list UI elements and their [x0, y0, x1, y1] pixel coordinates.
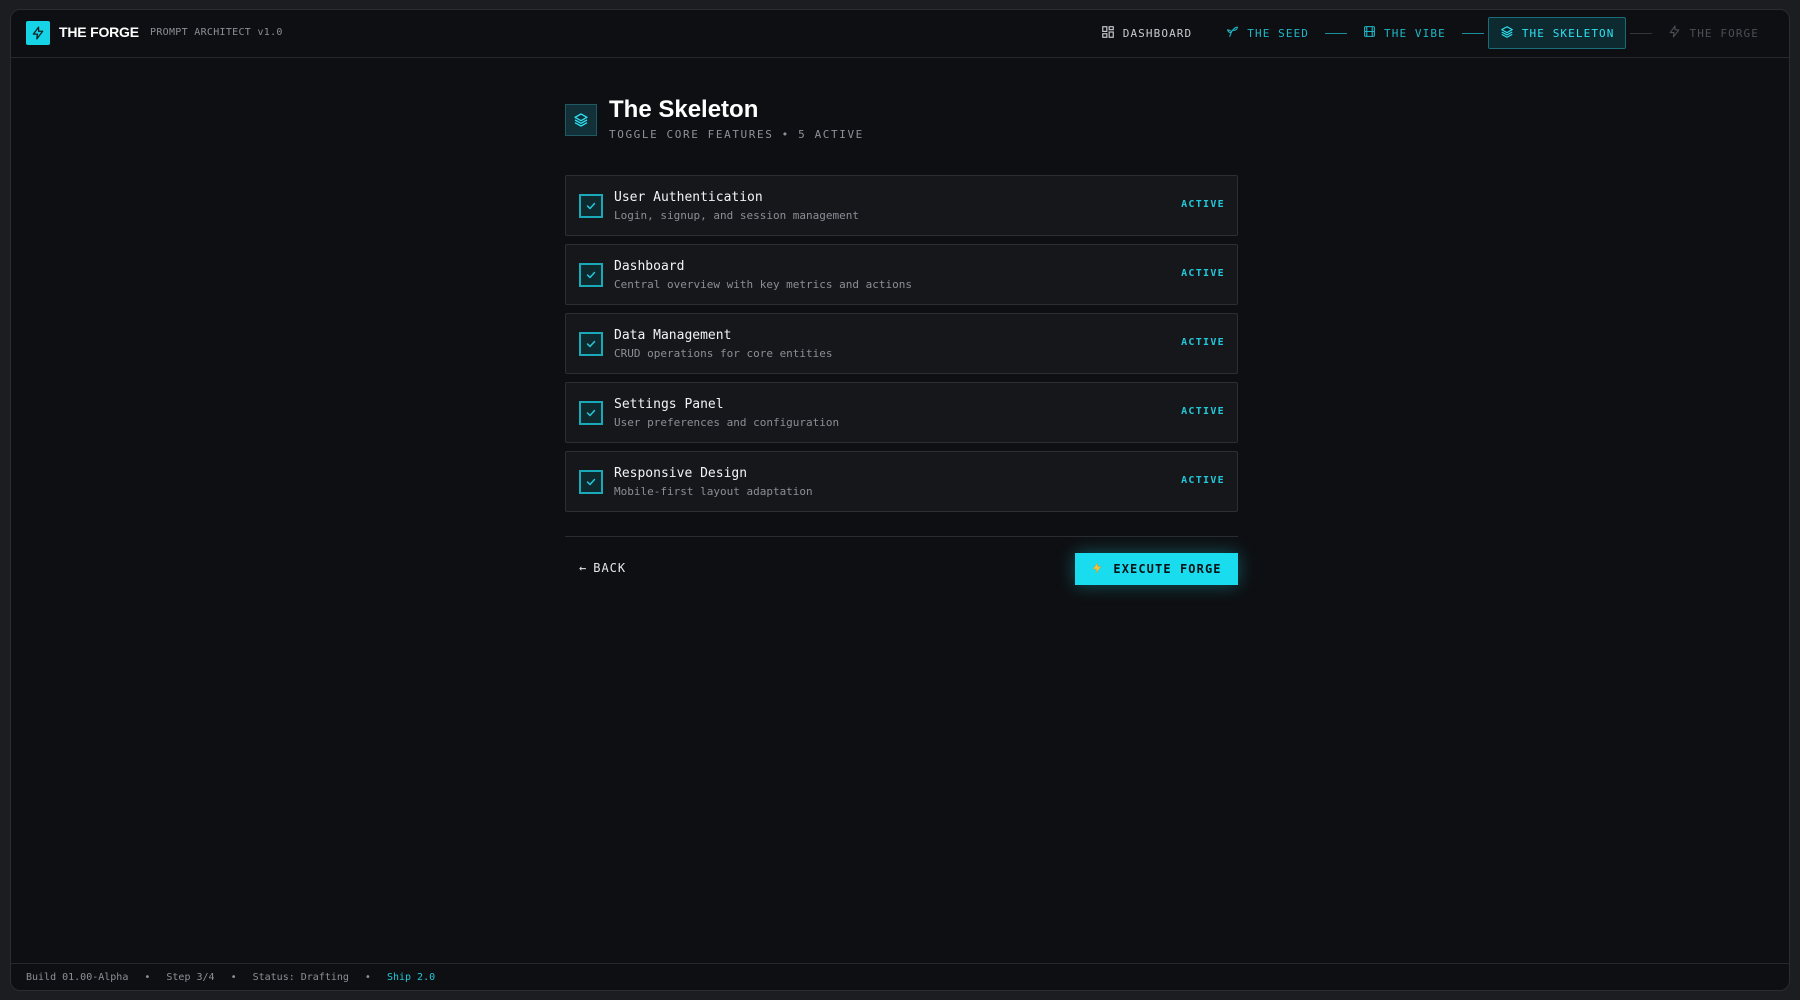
feature-description: Central overview with key metrics and ac… — [614, 278, 913, 291]
feature-description: CRUD operations for core entities — [614, 347, 833, 360]
status-text: Status: Drafting — [252, 971, 349, 983]
feature-checkbox[interactable] — [579, 401, 603, 425]
feature-checkbox[interactable] — [579, 470, 603, 494]
step-connector — [1325, 32, 1348, 34]
feature-status-badge: ACTIVE — [1181, 268, 1225, 279]
nav-step-skeleton[interactable]: THE SKELETON — [1487, 17, 1627, 49]
feature-status-badge: ACTIVE — [1181, 337, 1225, 348]
nav-step-label: THE SEED — [1247, 26, 1310, 40]
step-navigation: DASHBOARD THE SEED THE VIBE THE SKELETON… — [1089, 16, 1771, 50]
feature-item-responsive-design[interactable]: Responsive Design Mobile-first layout ad… — [565, 451, 1238, 512]
step-connector — [1630, 32, 1653, 34]
feature-item-data-management[interactable]: Data Management CRUD operations for core… — [565, 313, 1238, 374]
page-subtitle: TOGGLE CORE FEATURES • 5 ACTIVE — [609, 128, 864, 141]
feature-checkbox[interactable] — [579, 332, 603, 356]
nav-step-seed[interactable]: THE SEED — [1214, 17, 1321, 49]
feature-description: Login, signup, and session management — [614, 209, 860, 222]
bolt-icon — [26, 21, 50, 45]
separator-dot: • — [144, 971, 151, 983]
nav-step-label: THE FORGE — [1689, 26, 1759, 40]
execute-forge-button[interactable]: EXECUTE FORGE — [1075, 553, 1238, 585]
app-window: THE FORGE PROMPT ARCHITECT v1.0 DASHBOAR… — [10, 9, 1790, 991]
separator-dot: • — [364, 971, 371, 983]
ship-link[interactable]: Ship 2.0 — [387, 972, 435, 983]
section-divider — [565, 536, 1238, 537]
nav-dashboard-label: DASHBOARD — [1122, 26, 1193, 40]
feature-title: Dashboard — [614, 259, 685, 274]
main-content: The Skeleton TOGGLE CORE FEATURES • 5 AC… — [565, 88, 1238, 585]
back-button[interactable]: ← BACK — [579, 561, 626, 575]
feature-item-dashboard[interactable]: Dashboard Central overview with key metr… — [565, 244, 1238, 305]
sprout-icon — [1226, 25, 1239, 41]
lightning-icon — [1091, 561, 1103, 578]
brand-name: THE FORGE — [59, 24, 139, 40]
nav-step-vibe[interactable]: THE VIBE — [1351, 17, 1458, 49]
back-button-label: BACK — [593, 561, 627, 575]
film-icon — [1363, 25, 1376, 41]
brand-subtitle: PROMPT ARCHITECT v1.0 — [150, 27, 283, 38]
check-icon — [585, 266, 597, 285]
execute-forge-label: EXECUTE FORGE — [1113, 562, 1222, 576]
grid-icon — [1101, 25, 1115, 42]
page-title: The Skeleton — [609, 96, 759, 123]
layers-icon — [565, 104, 597, 136]
step-indicator: Step 3/4 — [166, 971, 215, 983]
page-header: The Skeleton TOGGLE CORE FEATURES • 5 AC… — [565, 88, 1238, 168]
feature-status-badge: ACTIVE — [1181, 475, 1225, 486]
feature-item-settings-panel[interactable]: Settings Panel User preferences and conf… — [565, 382, 1238, 443]
nav-step-label: THE VIBE — [1384, 26, 1446, 40]
feature-description: User preferences and configuration — [614, 416, 840, 429]
bolt-icon — [1668, 25, 1681, 41]
feature-list: User Authentication Login, signup, and s… — [565, 175, 1238, 520]
layers-icon — [1500, 25, 1514, 42]
top-bar: THE FORGE PROMPT ARCHITECT v1.0 DASHBOAR… — [11, 10, 1789, 58]
arrow-left-icon: ← — [579, 561, 588, 575]
nav-dashboard[interactable]: DASHBOARD — [1089, 17, 1205, 49]
check-icon — [585, 473, 597, 492]
feature-checkbox[interactable] — [579, 194, 603, 218]
status-bar: Build 01.00-Alpha • Step 3/4 • Status: D… — [11, 963, 1789, 990]
feature-title: Settings Panel — [614, 397, 724, 412]
nav-step-forge[interactable]: THE FORGE — [1656, 17, 1771, 49]
feature-status-badge: ACTIVE — [1181, 199, 1225, 210]
step-connector — [1461, 32, 1484, 34]
feature-description: Mobile-first layout adaptation — [614, 485, 813, 498]
check-icon — [585, 197, 597, 216]
nav-step-label: THE SKELETON — [1521, 26, 1615, 40]
check-icon — [585, 404, 597, 423]
check-icon — [585, 335, 597, 354]
feature-status-badge: ACTIVE — [1181, 406, 1225, 417]
feature-title: User Authentication — [614, 190, 763, 205]
feature-item-user-authentication[interactable]: User Authentication Login, signup, and s… — [565, 175, 1238, 236]
build-version: Build 01.00-Alpha — [26, 971, 129, 983]
feature-checkbox[interactable] — [579, 263, 603, 287]
separator-dot: • — [230, 971, 237, 983]
feature-title: Data Management — [614, 328, 732, 343]
feature-title: Responsive Design — [614, 466, 748, 481]
